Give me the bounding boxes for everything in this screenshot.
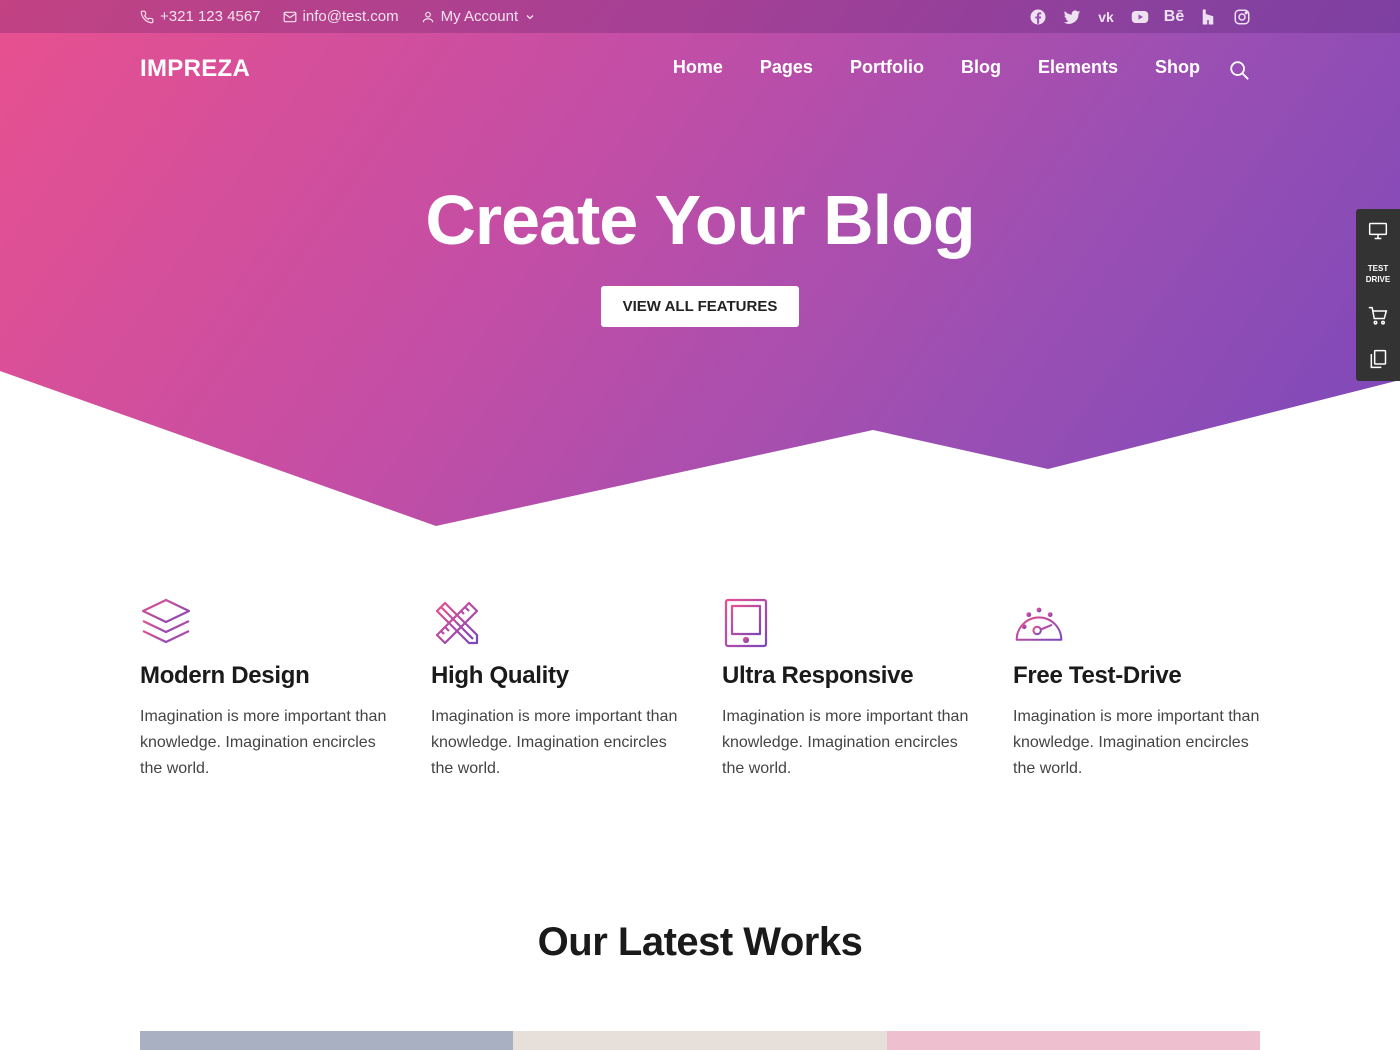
nav-pages[interactable]: Pages [760,57,813,78]
main-header: IMPREZA Home Pages Portfolio Blog Elemen… [0,33,1400,107]
youtube-icon[interactable] [1130,7,1150,27]
feature-title: Modern Design [140,662,310,689]
feature-free-test-drive: Free Test-Drive Imagination is more impo… [1013,597,1263,782]
account-dropdown[interactable]: My Account [421,8,537,25]
tablet-icon [724,598,768,648]
facebook-icon[interactable] [1028,7,1048,27]
hero-title: Create Your Blog [425,181,975,259]
work-tile[interactable] [886,1031,1260,1050]
twitter-icon[interactable] [1062,7,1082,27]
view-all-features-button[interactable]: VIEW ALL FEATURES [601,286,799,327]
work-tile[interactable] [513,1031,887,1050]
side-panel: TEST DRIVE [1356,209,1400,381]
nav-elements[interactable]: Elements [1038,57,1118,78]
main-nav: Home Pages Portfolio Blog Elements Shop [673,57,1200,78]
feature-ultra-responsive: Ultra Responsive Imagination is more imp… [722,597,972,782]
search-icon[interactable] [1228,59,1250,81]
latest-works-title: Our Latest Works [537,920,863,964]
feature-text: Imagination is more important than knowl… [140,708,387,777]
speedometer-icon [1015,607,1063,641]
test-drive-button[interactable]: TEST DRIVE [1356,263,1400,285]
test-drive-label: TEST DRIVE [1365,264,1391,284]
nav-home[interactable]: Home [673,57,723,78]
feature-title: High Quality [431,662,569,689]
phone-text: +321 123 4567 [160,8,261,25]
feature-text: Imagination is more important than knowl… [722,708,969,777]
behance-icon[interactable]: Bē [1164,7,1184,27]
copy-icon [1370,349,1387,369]
site-logo[interactable]: IMPREZA [140,55,250,83]
nav-blog[interactable]: Blog [961,57,1001,78]
nav-portfolio[interactable]: Portfolio [850,57,924,78]
feature-title: Free Test-Drive [1013,662,1182,689]
cart-icon [1368,306,1388,325]
features-section: Modern Design Imagination is more import… [140,597,1260,797]
user-icon [422,11,433,22]
phone-link[interactable]: +321 123 4567 [140,8,261,25]
layers-icon [141,598,191,644]
chevron-down-icon [526,14,534,19]
houzz-icon[interactable] [1198,7,1218,27]
email-text: info@test.com [302,8,399,25]
envelope-icon [283,11,296,22]
feature-text: Imagination is more important than knowl… [431,708,678,777]
works-grid [140,1031,1260,1050]
feature-title: Ultra Responsive [722,662,914,689]
account-text: My Account [440,8,519,25]
instagram-icon[interactable] [1232,7,1252,27]
pencil-ruler-icon [435,601,479,645]
work-tile[interactable] [140,1031,514,1050]
vk-icon[interactable]: vk [1096,7,1116,27]
monitor-icon [1368,222,1388,240]
nav-shop[interactable]: Shop [1155,57,1200,78]
cart-button[interactable] [1356,306,1400,326]
top-bar: +321 123 4567 info@test.com My Account v… [0,0,1400,33]
demo-button[interactable] [1356,221,1400,241]
docs-button[interactable] [1356,349,1400,369]
phone-icon [140,10,154,23]
feature-high-quality: High Quality Imagination is more importa… [431,597,681,782]
feature-modern-design: Modern Design Imagination is more import… [140,597,390,782]
email-link[interactable]: info@test.com [283,8,399,25]
feature-text: Imagination is more important than knowl… [1013,708,1260,777]
